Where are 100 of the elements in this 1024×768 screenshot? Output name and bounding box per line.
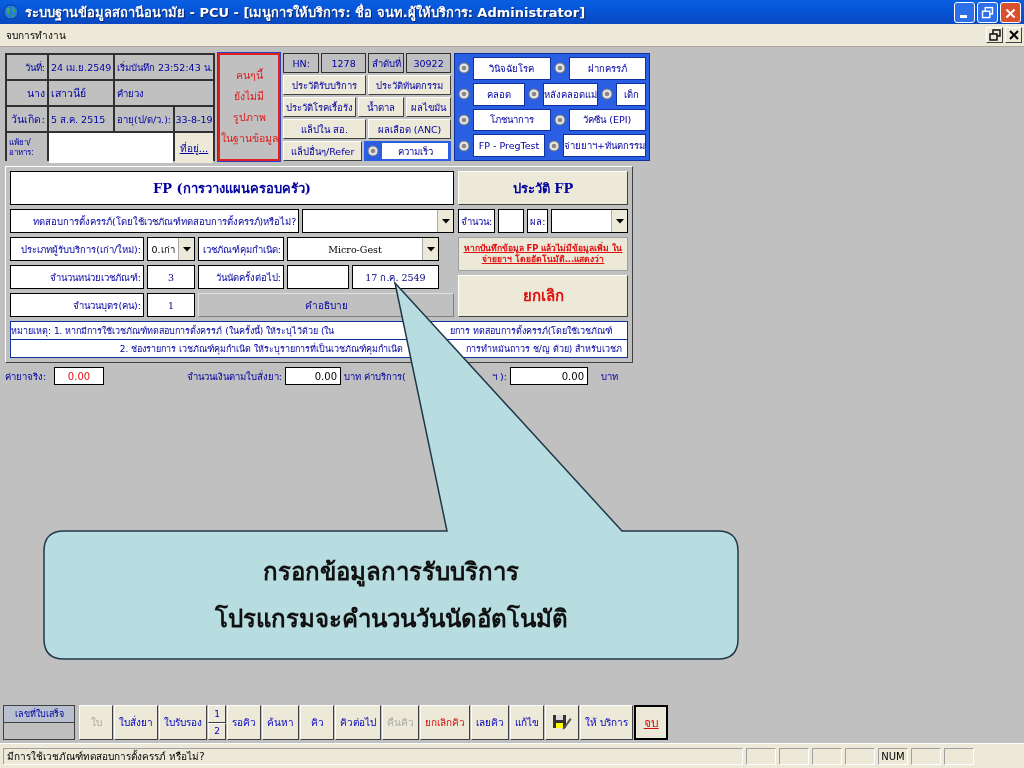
amount-field[interactable]: 0.00 [285,367,341,385]
notice-text: ในฐานข้อมูล [220,131,278,147]
service-button[interactable]: โภชนาการ [473,108,551,132]
dropdown[interactable] [302,209,454,233]
radio-icon[interactable] [528,88,540,101]
caret-icon [182,246,191,252]
callout-text: กรอกข้อมูลการรับบริการ [263,556,519,589]
status-panel [812,747,842,765]
toolbar-button[interactable]: ใบสั่งยา [114,705,158,740]
toolbar-button[interactable]: แก้ไข [510,705,544,740]
caret-icon [441,218,450,224]
field-value: เสาวนีย์ [49,81,113,105]
toolbar-button[interactable]: ใบรับรอง [159,705,207,740]
service-button[interactable]: หลังคลอดแม่ [543,82,598,106]
notice-text: คนๆนี้ [235,67,263,83]
input-field[interactable] [498,209,525,233]
history-button[interactable]: ประวัติโรคเรื้อรัง [283,97,356,117]
toolbar-button[interactable]: คิวต่อไป [335,705,381,740]
toolbar-button[interactable]: ค้นหา [262,705,299,740]
input-field[interactable]: 1 [147,293,195,317]
toolbar-button[interactable]: คิว [300,705,334,740]
field-label: บาท [601,369,618,384]
history-button[interactable]: ประวัติทันตกรรม [368,75,451,95]
radio-icon[interactable] [548,139,561,152]
history-button[interactable]: ผลไขมัน [405,97,451,117]
field-label: ทดสอบการตั้งครรภ์(โดยใช้เวชภัณฑ์ทดสอบการตั้งครรภ์)หรือไม่? [10,209,300,233]
restore-button[interactable] [986,27,1003,43]
globe-icon [3,4,19,20]
history-button[interactable]: แล็ปใน สอ. [283,119,366,139]
allergy-field[interactable] [49,133,173,163]
toolbar-button[interactable]: ยกเลิกคิว [420,705,470,740]
field-label: จำนวนหน่วยเวชภัณฑ์: [10,265,144,289]
form-title: FP (การวางแผนครอบครัว) [10,171,454,205]
explain-button[interactable]: คำอธิบาย [198,293,454,317]
field-value: คำยวง [115,81,213,105]
field-value: เริ่มบันทึก 23:52:43 น. [115,55,213,79]
callout-text: โปรแกรมจะคำนวนวันนัดอัตโนมัติ [214,603,568,635]
field-label: เลขที่ใบเสร็จ [4,706,74,723]
radio-icon[interactable] [458,139,470,152]
status-panel [845,747,875,765]
field-label: ประเภทผู้รับบริการ(เก่า/ใหม่): [10,237,144,261]
service-button[interactable]: เด็ก [616,82,646,106]
service-button[interactable]: FP - PregTest [473,134,546,157]
history-button[interactable]: ประวัติ FP [458,171,628,205]
status-message: มีการใช้เวชภัณฑ์ทดสอบการตั้งครรภ์ หรือไม่? [3,747,743,765]
history-button[interactable]: น้ำตาล [358,97,404,117]
field-label: วันที่: [7,55,47,79]
note-text: การทำหมันถาวร ช/ญ ด้วย) สำหรับเวชภ [466,342,623,356]
service-button[interactable]: จ่ายยาฯ+ทันตกรรม [563,134,646,157]
date-field[interactable]: 17 ก.ค. 2549 [352,265,439,289]
field-value: นาง [7,81,47,105]
history-button[interactable]: ประวัติรับบริการ [283,75,366,95]
status-panel [779,747,809,765]
toolbar-button[interactable]: รอคิว [227,705,261,740]
status-panel [746,747,776,765]
note-text: 2. ช่องรายการ เวชภัณฑ์คุมกำเนิด ให้ระบุรายการที่เป็นเวชภัณฑ์คุมกำเนิด [118,342,403,356]
address-link[interactable]: ที่อยู่... [175,133,213,163]
minimize-button[interactable] [954,1,975,23]
history-button[interactable]: ผลเลือด (ANC) [368,119,451,139]
field-label: ฯ ): [491,369,507,384]
service-button[interactable]: ฝากครรภ์ [568,57,646,80]
service-button[interactable]: วินิจฉัยโรค [473,57,551,80]
input-field[interactable]: 3 [147,265,195,289]
field-value: 5 ส.ค. 2515 [49,107,113,131]
radio-icon[interactable] [458,88,470,101]
radio-icon[interactable] [601,88,613,101]
dropdown[interactable]: 0.เก่า [147,237,195,261]
menu-item[interactable]: จบการทำงาน [0,25,72,45]
option-button[interactable]: ความเร็ว [382,143,448,159]
dropdown[interactable] [551,209,628,233]
radio-icon[interactable] [458,113,470,126]
input-field[interactable] [287,265,349,289]
field-value: 30922 [406,53,451,73]
status-panel [944,747,974,765]
toolbar-button[interactable]: จบ [634,705,669,740]
warning-link[interactable]: หากบันทึกข้อมูล FP แล้วไม่มีข้อมูลเพิ่ม ในจ่ายยาฯ โดยอัตโนมัติ...แสดงว่า [459,242,627,266]
page-button[interactable]: 1 [208,705,226,723]
radio-icon[interactable] [553,62,566,75]
cancel-button[interactable]: ยกเลิก [458,275,628,317]
toolbar-button[interactable]: ให้ บริการ [580,705,634,740]
toolbar-button[interactable]: เลยคิว [471,705,509,740]
field-value: 24 เม.ย.2549 [49,55,113,79]
field-label: จำนวนบุตร(คน): [10,293,144,317]
amount-field[interactable]: 0.00 [510,367,588,385]
status-panel [911,747,941,765]
service-button[interactable]: คลอด [473,82,525,106]
radio-icon[interactable] [458,62,470,75]
status-indicator: NUM [878,747,908,765]
field-label: ค่ายาจริง: [5,369,48,384]
radio-icon[interactable] [367,145,380,157]
save-edit-button[interactable] [545,705,579,740]
field-value: 1278 [321,53,366,73]
radio-icon[interactable] [553,113,566,126]
service-button[interactable]: วัคซีน (EPI) [568,108,646,132]
field-label: แพ้ยา/อาหาร: [7,133,47,163]
dropdown[interactable]: Micro-Gest [287,237,439,261]
amount-field[interactable]: 0.00 [54,367,104,385]
floppy-pencil-icon [552,712,572,731]
close-button[interactable] [1005,27,1022,43]
history-button[interactable]: แล็ปอื่นๆ/Refer [283,141,363,161]
